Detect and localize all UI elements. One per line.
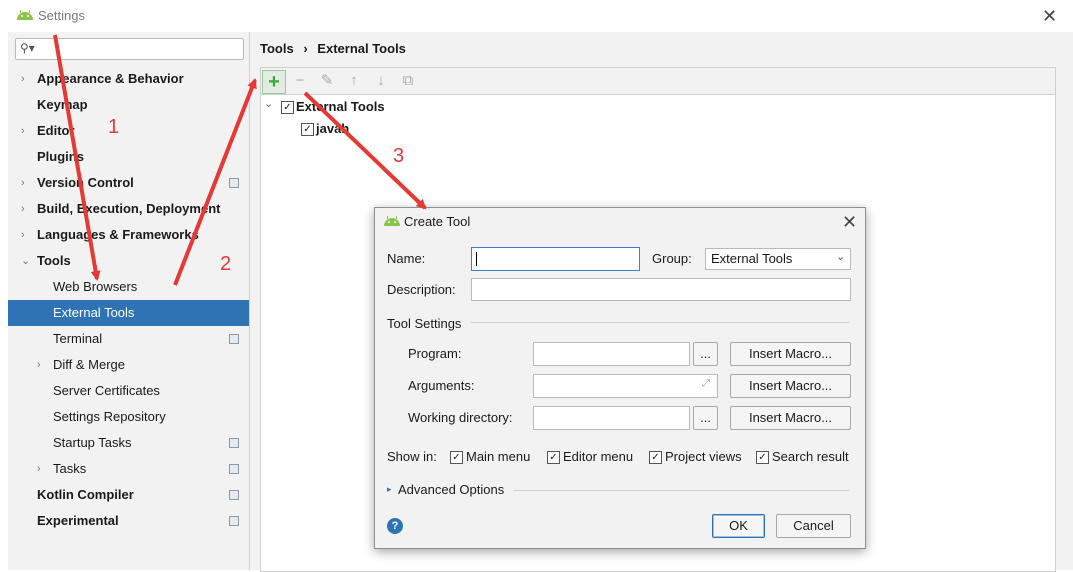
annotation-arrow-3 <box>303 91 427 210</box>
annotation-overlay <box>53 34 427 286</box>
annotation-arrow-1 <box>53 34 101 281</box>
annotation-arrow-2 <box>173 78 257 286</box>
annotation-number-2: 2 <box>220 253 232 275</box>
annotation-number-3: 3 <box>393 145 405 167</box>
annotation-number-1: 1 <box>108 116 120 138</box>
